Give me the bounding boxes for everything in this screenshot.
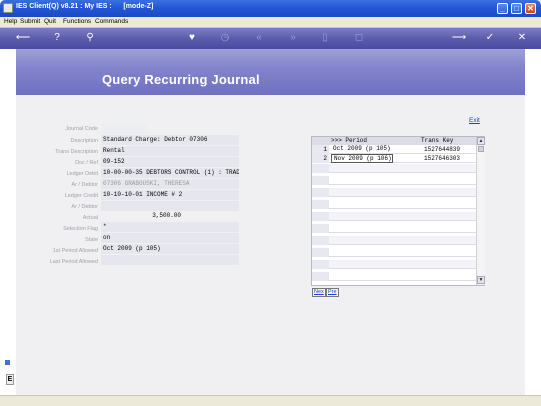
row-number (312, 272, 329, 281)
page-icon[interactable]: ▯ (318, 32, 332, 44)
clock-icon[interactable]: ◷ (218, 32, 232, 44)
status-bar (0, 395, 541, 406)
ar-creditor-label: Ar / Debtor (71, 204, 98, 210)
close-window-button[interactable]: ✕ (525, 3, 536, 14)
row-number: 2 (312, 154, 329, 163)
description-label: Description (70, 138, 98, 144)
ledger-credit-field[interactable]: 10-10-10-01 INCOME # 2 (101, 190, 239, 200)
ar-creditor-field[interactable] (101, 201, 239, 211)
row-number (312, 188, 329, 197)
window-title: IES Client(Q) v8.21 : My IES : [mode-Z] (16, 3, 154, 10)
next-button[interactable]: Nex (312, 288, 326, 297)
row-number (312, 236, 329, 245)
ledger-debit-label: Ledger Debit (66, 171, 99, 177)
search-icon[interactable]: ⚲ (83, 32, 97, 44)
period-grid: >>> Period Trans Key 1 Oct 2009 (p 105) … (311, 136, 485, 286)
menu-submit[interactable]: Submit (20, 18, 40, 25)
help-icon[interactable]: ? (50, 32, 64, 44)
state-label: State (85, 237, 98, 243)
table-row-empty[interactable] (312, 164, 476, 173)
forward-arrow-icon[interactable]: ⟶ (450, 32, 468, 44)
scroll-down-icon[interactable]: ▼ (477, 276, 485, 284)
journal-code-field[interactable] (101, 124, 147, 134)
heart-icon[interactable]: ♥ (185, 32, 199, 44)
menu-functions[interactable]: Functions (63, 18, 91, 25)
scroll-up-icon[interactable]: ▲ (477, 137, 485, 145)
table-row[interactable]: 1 Oct 2009 (p 105) 1527644839 (312, 145, 476, 154)
last-period-field[interactable] (101, 255, 239, 265)
toolbar: ⟵ ? ⚲ ♥ ◷ « » ▯ ◻ ⟶ ✓ ✕ (0, 28, 541, 49)
last-period-label: Last Period Allowed (49, 259, 98, 265)
state-field[interactable]: on (101, 233, 239, 243)
table-row-empty[interactable] (312, 176, 476, 185)
scroll-thumb[interactable] (478, 146, 484, 152)
doc-ref-field[interactable]: 09-152 (101, 157, 239, 167)
menu-quit[interactable]: Quit (44, 18, 56, 25)
actual-label: Actual (82, 215, 98, 221)
ledger-credit-label: Ledger Credit (64, 193, 98, 199)
row-number (312, 248, 329, 257)
table-row-empty[interactable] (312, 236, 476, 245)
table-row-empty[interactable] (312, 272, 476, 281)
table-row-empty[interactable] (312, 200, 476, 209)
ar-debtor-field[interactable]: 07306 GRABOUSKI, THERESA (101, 179, 239, 189)
exit-link[interactable]: Exit (469, 117, 480, 124)
trans-key-cell[interactable]: 1527644839 (424, 145, 474, 154)
minimize-button[interactable]: _ (497, 3, 508, 14)
side-app-icon[interactable]: E (6, 374, 14, 385)
grid-header: >>> Period Trans Key (312, 137, 476, 145)
first-period-field[interactable]: Oct 2009 (p 105) (101, 244, 239, 254)
ledger-debit-field[interactable]: 10-00-00-35 DEBTORS CONTROL (1) : TRADE (101, 168, 239, 178)
period-cell[interactable]: Nov 2009 (p 106) (331, 154, 393, 163)
table-row-empty[interactable] (312, 188, 476, 197)
row-number (312, 260, 329, 269)
fast-forward-icon[interactable]: » (286, 32, 300, 44)
row-number (312, 212, 329, 221)
trans-key-column-header[interactable]: Trans Key (421, 137, 453, 145)
row-number (312, 200, 329, 209)
journal-code-label: Journal Code (65, 126, 98, 132)
stop-icon[interactable]: ◻ (352, 32, 366, 44)
table-row-empty[interactable] (312, 212, 476, 221)
ar-debtor-label: Ar / Debtor (71, 182, 98, 188)
app-icon (3, 3, 13, 13)
rewind-icon[interactable]: « (252, 32, 266, 44)
back-arrow-icon[interactable]: ⟵ (14, 32, 32, 44)
trans-key-cell[interactable]: 1527646303 (424, 154, 474, 163)
first-period-label: 1st Period Allowed (52, 248, 98, 254)
menu-commands[interactable]: Commands (95, 18, 128, 25)
side-marker (5, 360, 10, 365)
period-cell[interactable]: Oct 2009 (p 105) (331, 145, 393, 154)
row-number (312, 176, 329, 185)
row-number (312, 224, 329, 233)
trans-description-field[interactable]: Rental (101, 146, 239, 156)
title-bar: IES Client(Q) v8.21 : My IES : [mode-Z] … (0, 0, 541, 17)
row-number: 1 (312, 145, 329, 154)
doc-ref-label: Doc / Ref (75, 160, 98, 166)
page-title: Query Recurring Journal (102, 72, 260, 87)
menu-bar: Help Submit Quit Functions Commands (0, 17, 541, 28)
selection-flag-label: Selection Flag (63, 226, 98, 232)
description-field[interactable]: Standard Charge: Debtor 07306 (101, 135, 239, 145)
selection-flag-field[interactable]: * (101, 222, 239, 232)
grid-scrollbar[interactable]: ▲ ▼ (476, 137, 485, 285)
period-column-header[interactable]: >>> Period (331, 137, 367, 145)
close-icon[interactable]: ✕ (515, 32, 529, 44)
menu-help[interactable]: Help (4, 18, 17, 25)
table-row-empty[interactable] (312, 224, 476, 233)
row-number (312, 164, 329, 173)
maximize-button[interactable]: □ (511, 3, 522, 14)
actual-field[interactable]: 3,500.00 (101, 211, 239, 221)
table-row-empty[interactable] (312, 248, 476, 257)
table-row[interactable]: 2 Nov 2009 (p 106) 1527646303 (312, 154, 476, 163)
check-icon[interactable]: ✓ (483, 32, 497, 44)
table-row-empty[interactable] (312, 260, 476, 269)
page-header: Query Recurring Journal (16, 49, 525, 95)
trans-description-label: Trans Description (55, 149, 98, 155)
previous-button[interactable]: Pre (326, 288, 339, 297)
